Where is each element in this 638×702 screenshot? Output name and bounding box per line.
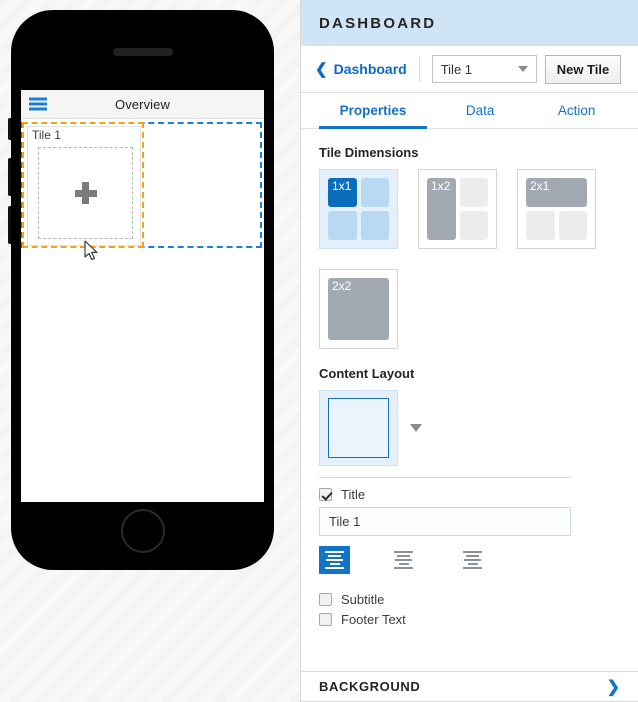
screen-title: Overview bbox=[115, 96, 170, 112]
dim-cell-active: 1x1 bbox=[328, 178, 357, 207]
app-topbar: Overview bbox=[21, 90, 264, 119]
phone-side-button bbox=[8, 118, 11, 140]
page-title: DASHBOARD bbox=[319, 14, 437, 32]
device-preview-pane: Overview Tile 1 bbox=[0, 0, 300, 702]
background-section-label: BACKGROUND bbox=[319, 679, 421, 694]
tile-dimension-label-2x1: 2x1 bbox=[530, 179, 550, 193]
phone-volume-up-button bbox=[8, 158, 11, 196]
hamburger-menu-icon[interactable] bbox=[29, 97, 47, 111]
tab-action[interactable]: Action bbox=[533, 93, 620, 128]
panel-body: Tile Dimensions 1x1 1x2 2x1 2x2 Content … bbox=[301, 129, 638, 627]
tile-title-label: Tile 1 bbox=[32, 128, 61, 142]
dim-cell bbox=[459, 211, 488, 240]
dim-cell bbox=[360, 178, 389, 207]
tab-data-label: Data bbox=[465, 103, 495, 118]
tile-dimension-label-1x2: 1x2 bbox=[431, 179, 451, 193]
dim-cell-active: 1x2 bbox=[427, 178, 456, 240]
properties-panel: DASHBOARD ❮ Dashboard Tile 1 New Tile Pr… bbox=[300, 0, 638, 702]
chevron-left-icon: ❮ bbox=[315, 60, 328, 78]
footer-text-checkbox-row: Footer Text bbox=[319, 612, 620, 627]
layout-preview-box bbox=[328, 398, 389, 458]
title-checkbox-row: Title bbox=[319, 487, 620, 502]
tile-selector-dropdown[interactable]: Tile 1 bbox=[431, 55, 537, 83]
back-link-label: Dashboard bbox=[333, 61, 407, 77]
dim-cell-active: 2x2 bbox=[328, 278, 389, 340]
tile-dimension-option-2x1[interactable]: 2x1 bbox=[517, 169, 596, 249]
content-layout-option-single[interactable] bbox=[319, 390, 398, 466]
toolbar-divider bbox=[418, 56, 420, 82]
tile-inner-box: Tile 1 bbox=[27, 126, 141, 246]
title-checkbox-label: Title bbox=[341, 487, 366, 502]
footer-text-checkbox-label: Footer Text bbox=[341, 612, 406, 627]
tile-dimensions-grid: 1x1 1x2 2x1 2x2 bbox=[319, 169, 620, 349]
tab-properties[interactable]: Properties bbox=[319, 93, 428, 129]
new-tile-button[interactable]: New Tile bbox=[544, 54, 622, 84]
subtitle-checkbox-row: Subtitle bbox=[319, 592, 620, 607]
dim-cell bbox=[558, 211, 587, 240]
dim-cell-active: 2x1 bbox=[526, 178, 587, 207]
text-alignment-group bbox=[319, 546, 620, 574]
tile-content-placeholder[interactable] bbox=[38, 147, 133, 239]
content-layout-heading: Content Layout bbox=[319, 366, 415, 381]
panel-tabs: Properties Data Action bbox=[301, 93, 638, 129]
panel-header: DASHBOARD bbox=[301, 0, 638, 46]
tab-properties-label: Properties bbox=[339, 103, 407, 118]
tab-data[interactable]: Data bbox=[427, 93, 533, 128]
tile-dimension-label-1x1: 1x1 bbox=[332, 179, 352, 193]
phone-mockup: Overview Tile 1 bbox=[8, 10, 274, 570]
caret-down-icon bbox=[517, 66, 528, 72]
back-to-dashboard-link[interactable]: ❮ Dashboard bbox=[315, 61, 419, 77]
subtitle-checkbox-label: Subtitle bbox=[341, 592, 385, 607]
title-text-input[interactable] bbox=[319, 507, 571, 536]
align-right-button[interactable] bbox=[457, 546, 488, 574]
tile-dimension-option-2x2[interactable]: 2x2 bbox=[319, 269, 398, 349]
title-checkbox[interactable] bbox=[319, 488, 332, 501]
align-left-button[interactable] bbox=[319, 546, 350, 574]
tab-action-label: Action bbox=[557, 103, 596, 118]
plus-icon bbox=[74, 182, 97, 204]
new-tile-label: New Tile bbox=[556, 61, 610, 77]
tile-selector-value: Tile 1 bbox=[440, 61, 473, 77]
footer-text-checkbox[interactable] bbox=[319, 613, 332, 626]
panel-toolbar: ❮ Dashboard Tile 1 New Tile bbox=[301, 46, 638, 93]
tile-dimension-option-1x2[interactable]: 1x2 bbox=[418, 169, 497, 249]
section-divider bbox=[319, 477, 571, 478]
content-layout-row bbox=[319, 390, 620, 466]
subtitle-checkbox[interactable] bbox=[319, 593, 332, 606]
tile-canvas: Tile 1 bbox=[21, 119, 264, 502]
tile-dimension-option-1x1[interactable]: 1x1 bbox=[319, 169, 398, 249]
dim-cell bbox=[526, 211, 555, 240]
phone-volume-down-button bbox=[8, 206, 11, 244]
app-root: Overview Tile 1 DASHBOARD ❮ Dashboard Ti… bbox=[0, 0, 638, 702]
selected-tile[interactable]: Tile 1 bbox=[22, 122, 144, 248]
phone-screen: Overview Tile 1 bbox=[21, 90, 264, 502]
caret-down-icon[interactable] bbox=[410, 424, 422, 432]
phone-speaker bbox=[112, 48, 173, 56]
dim-cell bbox=[328, 211, 357, 240]
align-center-button[interactable] bbox=[388, 546, 419, 574]
extra-options-group: Subtitle Footer Text bbox=[319, 592, 620, 627]
chevron-right-icon: ❯ bbox=[606, 678, 620, 696]
tile-dimensions-heading: Tile Dimensions bbox=[319, 145, 419, 160]
background-section-header[interactable]: BACKGROUND ❯ bbox=[301, 671, 638, 702]
mouse-pointer-icon bbox=[84, 240, 98, 261]
dim-cell bbox=[459, 178, 488, 207]
phone-home-button bbox=[120, 509, 165, 553]
tile-dimension-label-2x2: 2x2 bbox=[332, 279, 352, 293]
dim-cell bbox=[360, 211, 389, 240]
